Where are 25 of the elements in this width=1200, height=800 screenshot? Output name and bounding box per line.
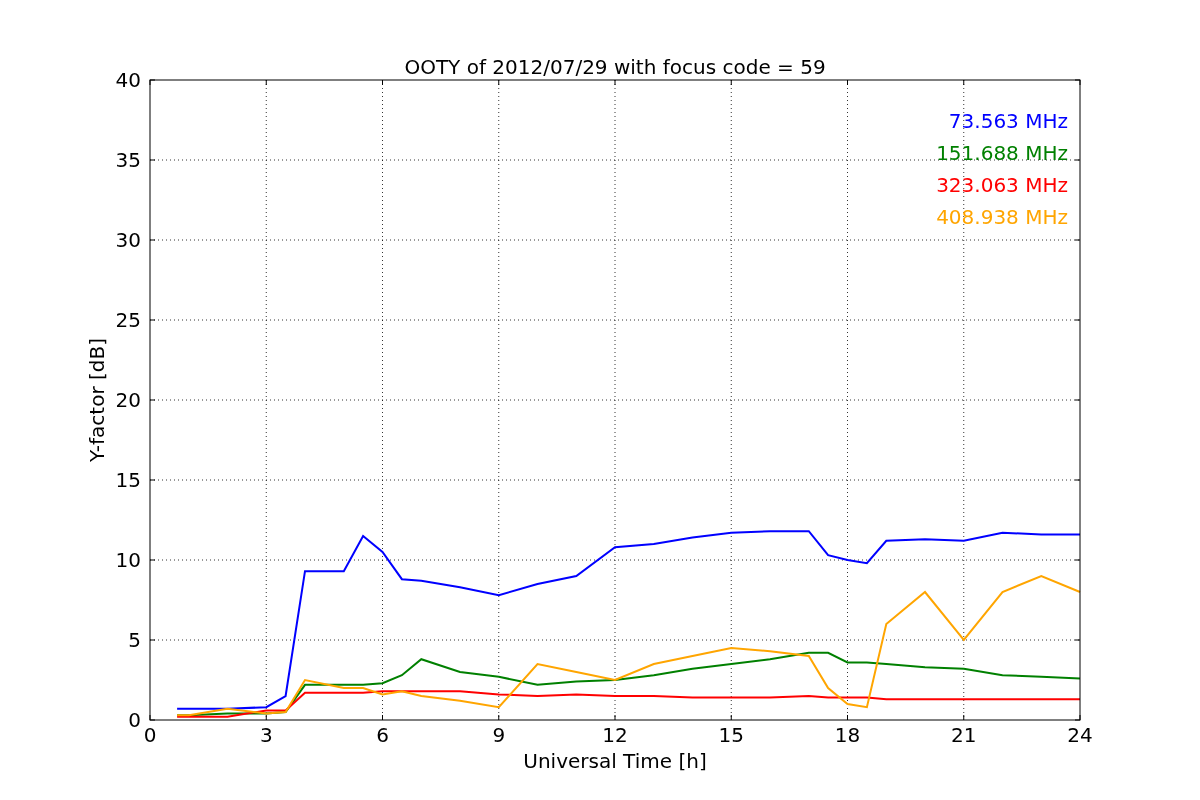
tick-label: 25: [115, 308, 141, 332]
tick-label: 6: [376, 723, 389, 747]
tick-label: 15: [718, 723, 744, 747]
legend-label: 323.063 MHz: [936, 173, 1068, 197]
legend-label: 73.563 MHz: [948, 109, 1068, 133]
tick-label: 3: [259, 723, 273, 747]
tick-label: 20: [115, 388, 141, 412]
tick-label: 40: [115, 68, 141, 92]
tick-label: 12: [602, 723, 628, 747]
tick-label: 5: [128, 628, 141, 652]
legend-label: 408.938 MHz: [936, 205, 1068, 229]
tick-label: 15: [115, 468, 141, 492]
tick-label: 0: [128, 708, 141, 732]
tick-label: 21: [951, 723, 977, 747]
tick-label: 35: [115, 148, 141, 172]
axis-label: Y-factor [dB]: [85, 338, 109, 462]
tick-label: 24: [1067, 723, 1093, 747]
tick-label: 30: [115, 228, 141, 252]
chart-title: OOTY of 2012/07/29 with focus code = 59: [404, 55, 826, 79]
tick-label: 0: [143, 723, 157, 747]
legend-label: 151.688 MHz: [936, 141, 1068, 165]
axis-label: Universal Time [h]: [523, 749, 707, 773]
tick-label: 10: [115, 548, 141, 572]
tick-label: 9: [492, 723, 506, 747]
tick-label: 18: [834, 723, 861, 747]
